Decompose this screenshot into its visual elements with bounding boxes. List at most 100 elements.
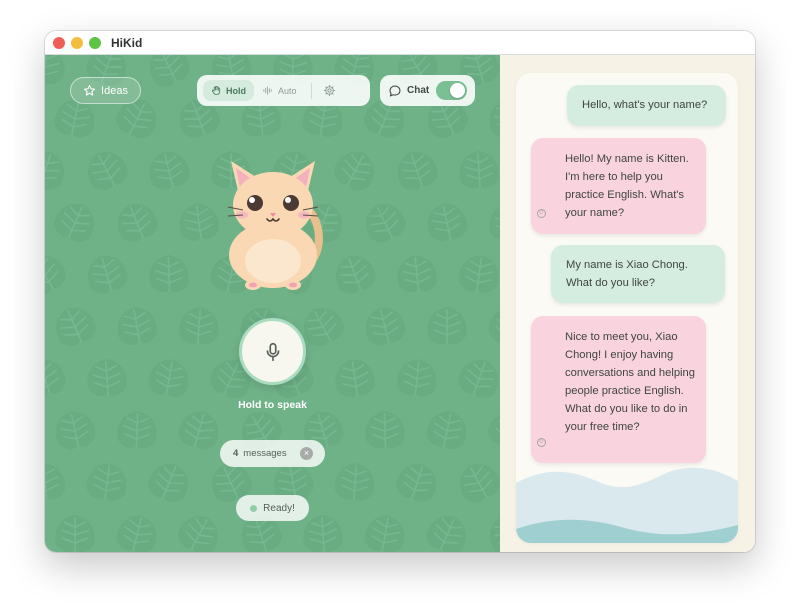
leaf-shape xyxy=(174,405,225,454)
input-mode-bar: Hold Auto xyxy=(197,75,370,106)
ideas-label: Ideas xyxy=(101,84,128,97)
leaf-shape xyxy=(81,249,132,298)
chat-panel: Hello, what's your name? Hello! My name … xyxy=(500,55,755,552)
leaf-shape xyxy=(110,196,163,248)
message-count-pill: 4 messages × xyxy=(220,440,325,467)
app-window: HiKid Ideas Hold Auto Chat Hold to speak… xyxy=(45,31,755,552)
leaf-shape xyxy=(361,511,409,552)
leaf-shape xyxy=(141,55,196,92)
leaf-shape xyxy=(177,304,221,347)
app-title: HiKid xyxy=(111,36,143,50)
minimize-window-button[interactable] xyxy=(71,37,83,49)
status-pill: Ready! xyxy=(236,495,309,521)
chat-message-bot: Nice to meet you, Xiao Chong! I enjoy ha… xyxy=(531,316,706,463)
leaf-shape xyxy=(172,507,227,552)
leaf-shape xyxy=(363,409,407,450)
leaf-shape xyxy=(456,251,500,296)
leaf-shape xyxy=(331,355,378,400)
leaf-shape xyxy=(482,403,500,456)
mode-auto-label: Auto xyxy=(278,85,297,96)
leaf-shape xyxy=(333,460,377,503)
leaf-shape xyxy=(112,510,162,552)
close-icon: × xyxy=(303,448,310,458)
leaf-shape xyxy=(85,356,129,399)
close-window-button[interactable] xyxy=(53,37,65,49)
bot-face-icon: ☺ xyxy=(537,209,546,218)
hold-to-speak-label: Hold to speak xyxy=(238,399,307,411)
title-bar: HiKid xyxy=(45,31,755,55)
leaf-shape xyxy=(453,352,500,403)
leaf-shape xyxy=(484,302,500,350)
leaf-shape xyxy=(45,145,71,195)
leaf-shape xyxy=(394,252,440,295)
leaf-shape xyxy=(426,306,468,345)
status-text: Ready! xyxy=(263,502,295,514)
leaf-shape xyxy=(50,406,99,453)
leaf-shape xyxy=(360,302,410,350)
leaf-shape xyxy=(423,406,472,453)
leaf-shape xyxy=(357,195,412,248)
settings-button[interactable] xyxy=(320,81,340,101)
star-icon xyxy=(83,84,96,96)
chat-message-user: Hello, what's your name? xyxy=(567,85,726,126)
leaf-shape xyxy=(84,459,131,504)
sound-wave-icon xyxy=(263,86,272,95)
clear-messages-button[interactable]: × xyxy=(300,447,313,460)
gear-icon xyxy=(323,84,336,97)
leaf-shape xyxy=(79,143,134,197)
chat-message-bot: Hello! My name is Kitten. I'm here to he… xyxy=(531,138,706,234)
leaf-shape xyxy=(301,512,345,552)
leaf-shape xyxy=(45,247,72,301)
voice-panel: Ideas Hold Auto Chat Hold to speak 4 mes… xyxy=(45,55,500,552)
leaf-shape xyxy=(482,508,500,552)
leaf-shape xyxy=(45,55,68,87)
chat-toggle-switch[interactable] xyxy=(436,81,467,100)
toggle-knob xyxy=(450,83,465,98)
leaf-shape xyxy=(421,507,474,552)
leaf-shape xyxy=(328,143,383,197)
leaf-pattern-background xyxy=(45,55,500,552)
mode-hold-label: Hold xyxy=(226,85,246,96)
leaf-shape xyxy=(422,198,471,245)
leaf-shape xyxy=(487,201,500,242)
decorative-waves xyxy=(516,467,738,543)
leaf-shape xyxy=(485,95,500,141)
chat-message-user: My name is Xiao Chong. What do you like? xyxy=(551,245,725,303)
hand-icon xyxy=(211,85,221,96)
leaf-shape xyxy=(113,303,161,349)
chat-message-text: My name is Xiao Chong. What do you like? xyxy=(566,259,688,289)
mode-auto-button[interactable]: Auto xyxy=(254,80,305,101)
mode-separator xyxy=(310,82,312,99)
leaf-shape xyxy=(457,148,500,191)
leaf-shape xyxy=(394,356,440,399)
ideas-button[interactable]: Ideas xyxy=(70,77,141,104)
leaf-shape xyxy=(328,248,381,299)
leaf-shape xyxy=(145,355,193,401)
maximize-window-button[interactable] xyxy=(89,37,101,49)
leaf-shape xyxy=(147,253,191,294)
leaf-shape xyxy=(115,409,159,450)
leaf-shape xyxy=(144,146,194,194)
leaf-shape xyxy=(54,514,96,552)
chat-bubble-icon xyxy=(389,85,401,96)
chat-message-text: Hello! My name is Kitten. I'm here to he… xyxy=(565,153,689,219)
chat-toggle-group: Chat xyxy=(380,75,475,106)
status-dot xyxy=(250,504,258,512)
chat-message-text: Hello, what's your name? xyxy=(582,99,708,111)
leaf-shape xyxy=(391,145,442,195)
message-count-label: messages xyxy=(243,448,287,459)
leaf-shape xyxy=(49,195,102,248)
mode-hold-button[interactable]: Hold xyxy=(203,80,254,101)
bot-face-icon: ☺ xyxy=(537,438,546,447)
leaf-shape xyxy=(143,456,196,508)
leaf-shape xyxy=(45,460,68,503)
leaf-shape xyxy=(392,457,443,507)
leaf-shape xyxy=(48,299,101,352)
chat-message-text: Nice to meet you, Xiao Chong! I enjoy ha… xyxy=(565,331,695,433)
chat-label: Chat xyxy=(407,85,430,96)
kitten-mascot xyxy=(227,161,323,290)
microphone-icon xyxy=(266,342,279,361)
leaf-shape xyxy=(45,353,70,403)
leaf-shape xyxy=(175,199,222,244)
hold-to-speak-button[interactable] xyxy=(239,318,306,385)
